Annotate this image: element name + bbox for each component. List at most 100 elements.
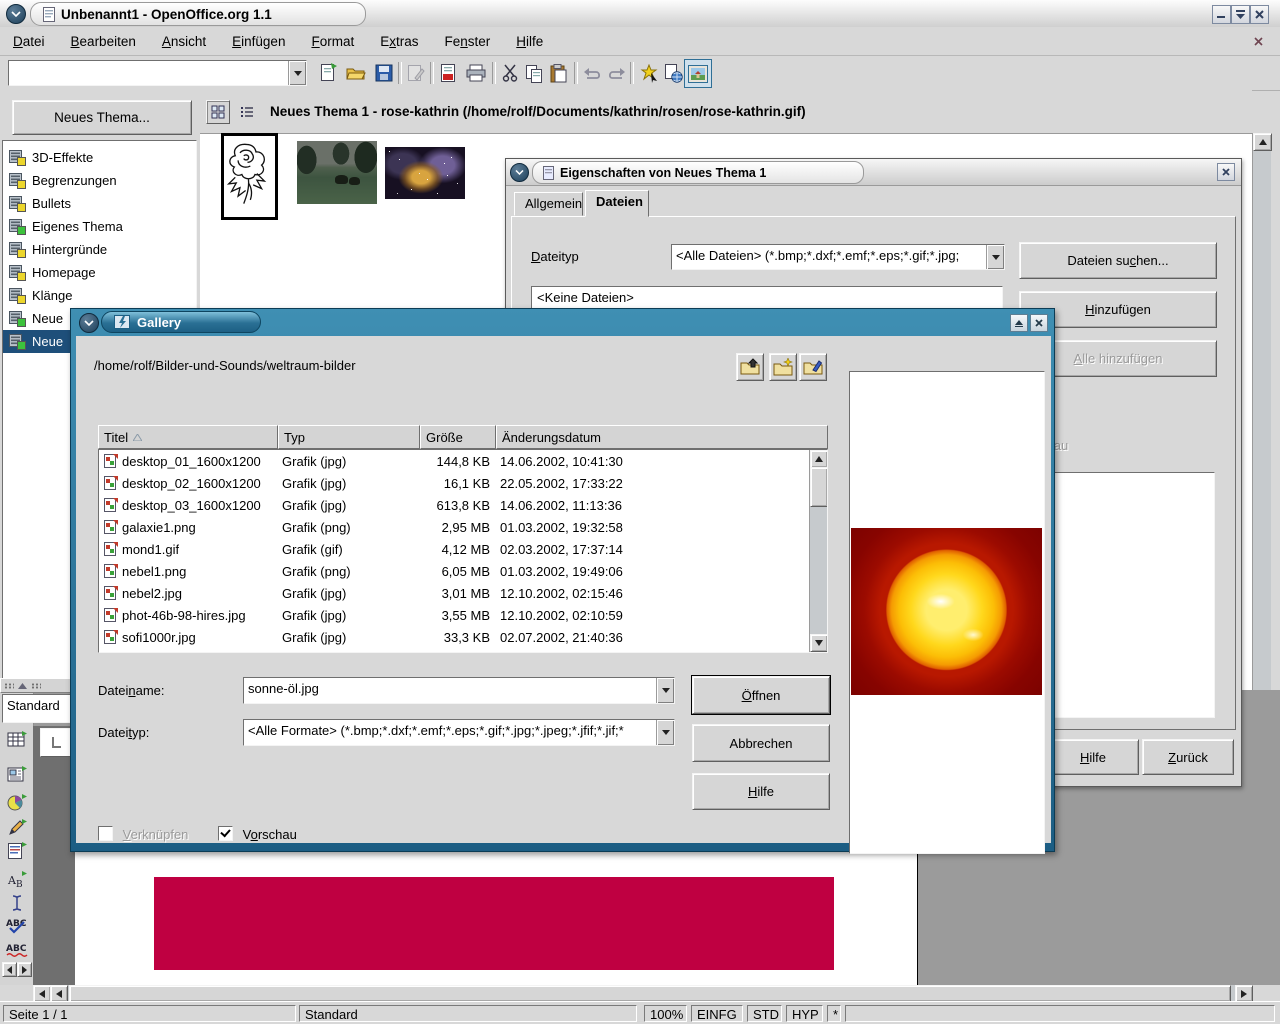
tab-dateien[interactable]: Dateien <box>585 190 649 217</box>
column-header-titel[interactable]: Titel <box>98 425 278 449</box>
draw-functions-button[interactable] <box>637 60 661 86</box>
file-table-scrollbar[interactable] <box>809 450 827 652</box>
preview-checkbox-group[interactable]: Vorschau <box>218 826 297 842</box>
scroll-up-button[interactable] <box>1253 133 1272 151</box>
file-row[interactable]: nebel2.jpg Grafik (jpg) 3,01 MB 12.10.20… <box>99 582 827 604</box>
status-modified-flag[interactable]: * <box>827 1005 841 1022</box>
url-value[interactable] <box>9 61 288 85</box>
default-directory-button[interactable] <box>799 353 827 381</box>
gallery-theme-item[interactable]: Hintergründe <box>3 238 196 261</box>
filetype-dropdown-button[interactable] <box>656 720 674 745</box>
file-row[interactable]: desktop_01_1600x1200 Grafik (jpg) 144,8 … <box>99 450 827 472</box>
status-zoom[interactable]: 100% <box>644 1005 687 1022</box>
status-page-info[interactable]: Seite 1 / 1 <box>3 1005 296 1022</box>
edit-file-button[interactable] <box>404 60 428 86</box>
scroll-left-button2[interactable] <box>50 985 68 1002</box>
toolbar-scroll-right-button[interactable] <box>17 962 32 977</box>
scroll-right-button[interactable] <box>1235 985 1253 1002</box>
status-selection-mode[interactable]: STD <box>747 1005 782 1022</box>
scroll-left-button[interactable] <box>33 985 51 1002</box>
file-row[interactable]: sofi1000r.jpg Grafik (jpg) 33,3 KB 02.07… <box>99 626 827 648</box>
filename-dropdown-button[interactable] <box>656 678 674 703</box>
menu-item[interactable]: Einfügen <box>219 30 298 53</box>
insert-fields-button[interactable] <box>4 838 29 863</box>
paste-button[interactable] <box>546 60 570 86</box>
spellcheck-button[interactable]: ABC <box>4 912 29 937</box>
preview-checkbox[interactable] <box>218 826 233 841</box>
export-pdf-button[interactable] <box>436 60 460 86</box>
column-header-groesse[interactable]: Größe <box>420 425 496 449</box>
gallery-theme-item[interactable]: 3D-Effekte <box>3 146 196 169</box>
file-row[interactable]: desktop_02_1600x1200 Grafik (jpg) 16,1 K… <box>99 472 827 494</box>
list-view-button[interactable] <box>236 101 258 123</box>
icon-view-button[interactable] <box>206 100 230 124</box>
window-title-pill[interactable]: Unbenannt1 - OpenOffice.org 1.1 <box>30 2 366 26</box>
properties-help-button[interactable]: Hilfe <box>1047 739 1139 775</box>
menu-item[interactable]: Hilfe <box>503 30 556 53</box>
url-combobox[interactable] <box>8 60 307 86</box>
file-dialog-title-pill[interactable]: Gallery <box>101 311 261 333</box>
main-titlebar[interactable]: Unbenannt1 - OpenOffice.org 1.1 <box>0 0 1280 28</box>
table-scroll-thumb[interactable] <box>810 467 828 507</box>
insert-special-char-button[interactable]: AB <box>4 867 29 892</box>
menu-item[interactable]: Ansicht <box>149 30 219 53</box>
autospellcheck-button[interactable]: ABC <box>4 937 29 962</box>
url-dropdown-button[interactable] <box>288 61 306 85</box>
gallery-theme-item[interactable]: Homepage <box>3 261 196 284</box>
maximize-button[interactable] <box>1231 5 1250 24</box>
thumbnail-nebula[interactable] <box>385 147 465 199</box>
help-button[interactable]: Hilfe <box>692 773 830 810</box>
link-checkbox-group[interactable]: Verknüpfen <box>98 826 188 842</box>
open-button[interactable] <box>344 60 368 86</box>
save-button[interactable] <box>372 60 396 86</box>
ruler-corner[interactable] <box>40 728 72 757</box>
menu-item[interactable]: Format <box>298 30 367 53</box>
menu-item[interactable]: Datei <box>0 30 58 53</box>
insert-frame-button[interactable] <box>4 762 29 787</box>
new-theme-button[interactable]: Neues Thema... <box>12 100 192 135</box>
filetype-combobox[interactable]: <Alle Formate> (*.bmp;*.dxf;*.emf;*.eps;… <box>243 719 675 746</box>
thumbnail-horses[interactable] <box>297 141 377 204</box>
gallery-button[interactable] <box>684 59 712 88</box>
column-header-aenderungsdatum[interactable]: Änderungsdatum <box>496 425 828 449</box>
file-row[interactable]: mond1.gif Grafik (gif) 4,12 MB 02.03.200… <box>99 538 827 560</box>
tab-allgemein[interactable]: Allgemein <box>514 192 583 216</box>
print-button[interactable] <box>464 60 488 86</box>
file-row[interactable]: nebel1.png Grafik (png) 6,05 MB 01.03.20… <box>99 560 827 582</box>
gallery-splitter[interactable] <box>0 678 78 693</box>
status-page-style[interactable]: Standard <box>299 1005 637 1022</box>
filetype-value[interactable]: <Alle Dateien> (*.bmp;*.dxf;*.emf;*.eps;… <box>672 245 986 269</box>
table-scroll-up[interactable] <box>810 450 828 468</box>
table-scroll-down[interactable] <box>810 634 828 652</box>
hyperlink-document-button[interactable] <box>661 60 685 86</box>
gallery-theme-item[interactable]: Begrenzungen <box>3 169 196 192</box>
filetype-dropdown-button[interactable] <box>986 245 1004 269</box>
file-dialog-titlebar[interactable]: Gallery <box>71 309 1054 336</box>
new-document-button[interactable] <box>316 60 340 86</box>
file-dialog-close-button[interactable] <box>1030 314 1048 332</box>
link-checkbox[interactable] <box>98 826 113 841</box>
document-color-rectangle[interactable] <box>154 877 834 970</box>
filename-combobox[interactable]: sonne-öl.jpg <box>243 677 675 704</box>
copy-button[interactable] <box>522 60 546 86</box>
filename-value[interactable]: sonne-öl.jpg <box>244 678 656 703</box>
toolbar-scroll-left-button[interactable] <box>2 962 17 977</box>
hscrollbar-thumb[interactable] <box>69 985 1231 1002</box>
dialog-menu-button[interactable] <box>79 313 99 333</box>
properties-title-pill[interactable]: Eigenschaften von Neues Thema 1 <box>532 161 864 184</box>
close-document-button[interactable] <box>1250 33 1266 49</box>
column-header-typ[interactable]: Typ <box>278 425 420 449</box>
dialog-menu-button[interactable] <box>510 163 529 182</box>
back-button[interactable]: Zurück <box>1142 739 1234 775</box>
file-row[interactable]: phot-46b-98-hires.jpg Grafik (jpg) 3,55 … <box>99 604 827 626</box>
create-new-directory-button[interactable] <box>769 353 797 381</box>
file-row[interactable]: galaxie1.png Grafik (png) 2,95 MB 01.03.… <box>99 516 827 538</box>
find-files-button[interactable]: Dateien suchen... <box>1019 242 1217 279</box>
minimize-button[interactable] <box>1212 5 1231 24</box>
gallery-theme-item[interactable]: Eigenes Thema <box>3 215 196 238</box>
menu-item[interactable]: Fenster <box>432 30 504 53</box>
rollup-button[interactable] <box>1010 314 1028 332</box>
properties-close-button[interactable] <box>1217 163 1235 181</box>
redo-button[interactable] <box>604 60 628 86</box>
horizontal-scrollbar[interactable] <box>33 985 1252 1001</box>
